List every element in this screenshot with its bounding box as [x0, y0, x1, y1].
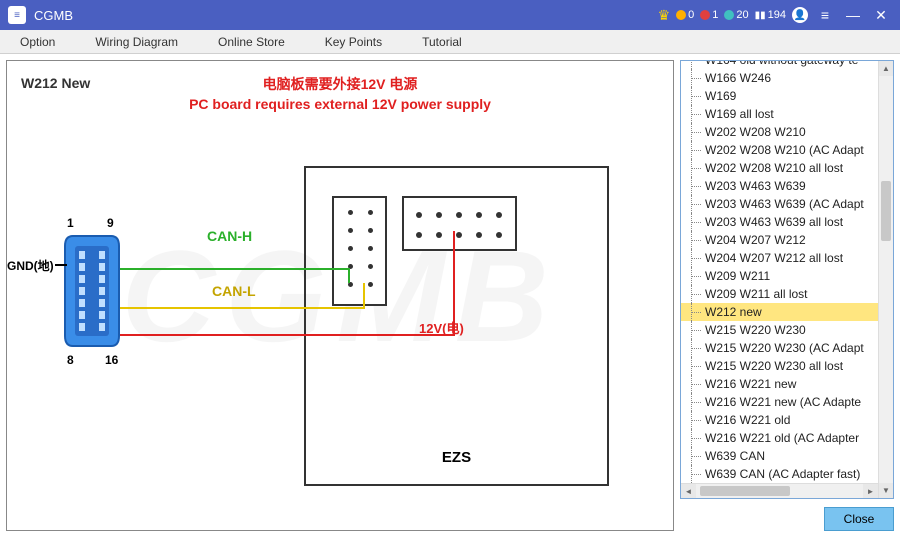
v12-label: 12V(电) [419, 318, 464, 337]
hscroll-thumb[interactable] [700, 486, 790, 496]
tree-item[interactable]: W204 W207 W212 [681, 231, 878, 249]
stat-yellow: 0 [676, 9, 694, 21]
tree-item[interactable]: W169 all lost [681, 105, 878, 123]
horizontal-scrollbar[interactable]: ◄ ► [681, 483, 878, 498]
menu-wiring-diagram[interactable]: Wiring Diagram [95, 35, 178, 49]
canh-label: CAN-H [207, 228, 252, 244]
gnd-wire-stub [55, 264, 67, 266]
diagram-header: 电脑板需要外接12V 电源 PC board requires external… [7, 75, 673, 114]
wire-canl [120, 307, 365, 309]
tree-item[interactable]: W216 W221 new [681, 375, 878, 393]
tree-item[interactable]: W202 W208 W210 all lost [681, 159, 878, 177]
gnd-label: GND(地) [7, 257, 54, 274]
scroll-up-button[interactable]: ▲ [879, 61, 893, 76]
wire-canh [120, 268, 350, 270]
title-bar: ≡ CGMB ♛ 0 1 20 ▮▮194 👤 ≡ — ✕ [0, 0, 900, 30]
app-icon: ≡ [8, 6, 26, 24]
tree-item[interactable]: W639 CAN [681, 447, 878, 465]
menu-tutorial[interactable]: Tutorial [422, 35, 462, 49]
stat-teal: 20 [724, 9, 748, 21]
tree-item[interactable]: W166 W246 [681, 69, 878, 87]
scroll-thumb[interactable] [881, 181, 891, 241]
close-window-button[interactable]: ✕ [870, 4, 892, 26]
wiring-diagram-canvas: CGMB W212 New 电脑板需要外接12V 电源 PC board req… [6, 60, 674, 531]
connector-big [402, 196, 517, 251]
tree-item[interactable]: W209 W211 all lost [681, 285, 878, 303]
pin-9-label: 9 [107, 216, 114, 230]
pin-16-label: 16 [105, 353, 118, 367]
tree-item[interactable]: W215 W220 W230 all lost [681, 357, 878, 375]
model-tree: W164 old without gateway teW166 W246W169… [680, 60, 894, 499]
menu-bar: Option Wiring Diagram Online Store Key P… [0, 30, 900, 54]
stat-gray: ▮▮194 [755, 9, 786, 21]
canl-label: CAN-L [212, 283, 256, 299]
tree-item[interactable]: W203 W463 W639 [681, 177, 878, 195]
minimize-button[interactable]: — [842, 4, 864, 26]
tree-item[interactable]: W216 W221 old [681, 411, 878, 429]
obd-connector-icon [63, 231, 121, 351]
tree-item[interactable]: W212 new [681, 303, 878, 321]
user-icon[interactable]: 👤 [792, 7, 808, 23]
app-title: CGMB [34, 8, 73, 23]
pin-8-label: 8 [67, 353, 74, 367]
tree-item[interactable]: W202 W208 W210 [681, 123, 878, 141]
tree-item[interactable]: W216 W221 new (AC Adapte [681, 393, 878, 411]
scroll-down-button[interactable]: ▼ [879, 483, 893, 498]
menu-online-store[interactable]: Online Store [218, 35, 285, 49]
tree-item[interactable]: W203 W463 W639 all lost [681, 213, 878, 231]
tree-item[interactable]: W639 CAN (AC Adapter fast) [681, 465, 878, 483]
tree-item[interactable]: W203 W463 W639 (AC Adapt [681, 195, 878, 213]
connector-small [332, 196, 387, 306]
tree-item[interactable]: W204 W207 W212 all lost [681, 249, 878, 267]
tree-item[interactable]: W209 W211 [681, 267, 878, 285]
tree-item[interactable]: W215 W220 W230 [681, 321, 878, 339]
menu-option[interactable]: Option [20, 35, 55, 49]
stat-red: 1 [700, 9, 718, 21]
vertical-scrollbar[interactable]: ▲ ▼ [878, 61, 893, 498]
tree-item[interactable]: W215 W220 W230 (AC Adapt [681, 339, 878, 357]
crown-icon[interactable]: ♛ [658, 7, 671, 24]
tree-item[interactable]: W164 old without gateway te [681, 60, 878, 69]
scroll-left-button[interactable]: ◄ [681, 484, 696, 498]
close-button[interactable]: Close [824, 507, 894, 531]
tree-item[interactable]: W202 W208 W210 (AC Adapt [681, 141, 878, 159]
wire-12v [120, 334, 455, 336]
scroll-right-button[interactable]: ► [863, 484, 878, 498]
menu-icon[interactable]: ≡ [814, 4, 836, 26]
tree-item[interactable]: W216 W221 old (AC Adapter [681, 429, 878, 447]
pin-1-label: 1 [67, 216, 74, 230]
tree-item[interactable]: W169 [681, 87, 878, 105]
menu-key-points[interactable]: Key Points [325, 35, 382, 49]
